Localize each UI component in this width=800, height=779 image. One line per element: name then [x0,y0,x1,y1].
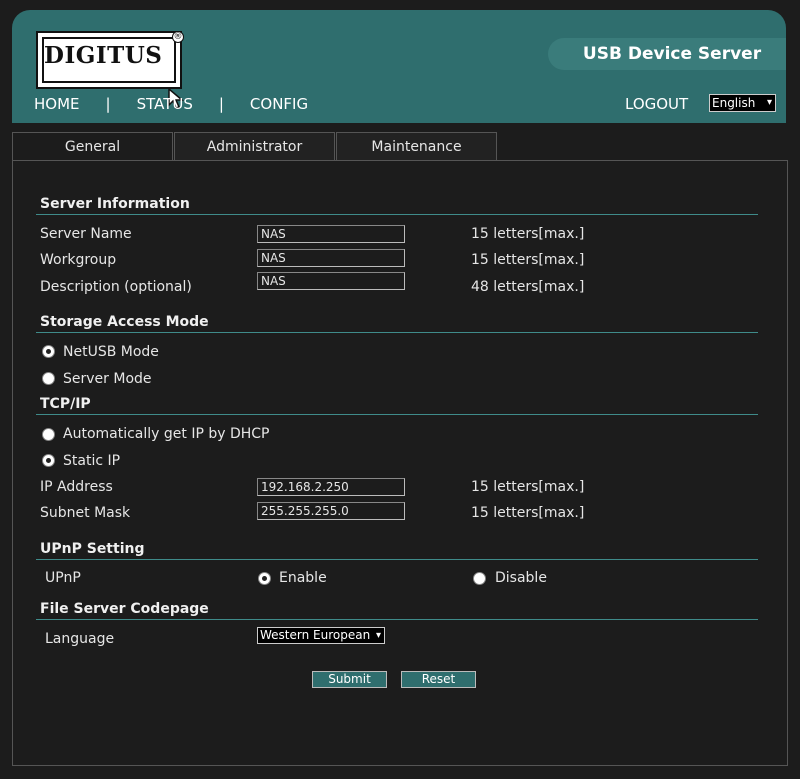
nav-config[interactable]: CONFIG [250,95,308,113]
nav-status[interactable]: STATUS [137,95,193,113]
tab-bar: General Administrator Maintenance [12,132,498,160]
nav-home[interactable]: HOME [34,95,80,113]
section-divider [36,332,758,333]
workgroup-label: Workgroup [40,252,117,268]
server-name-limit: 15 letters[max.] [471,226,585,242]
section-divider [36,414,758,415]
nav-separator: | [218,95,224,113]
subnet-mask-label: Subnet Mask [40,505,131,521]
section-tcpip: TCP/IP [40,396,91,412]
upnp-disable-radio[interactable] [473,572,486,585]
server-name-input[interactable] [257,225,405,243]
ip-address-limit: 15 letters[max.] [471,479,585,495]
section-divider [36,214,758,215]
codepage-language-label: Language [45,631,115,647]
section-divider [36,619,758,620]
section-storage-access-mode: Storage Access Mode [40,314,209,330]
workgroup-limit: 15 letters[max.] [471,252,585,268]
section-upnp-setting: UPnP Setting [40,541,145,557]
description-input[interactable] [257,272,405,290]
server-mode-radio[interactable] [42,372,55,385]
upnp-label: UPnP [45,570,81,586]
dhcp-radio[interactable] [42,428,55,441]
static-ip-label: Static IP [63,453,121,469]
subnet-mask-input[interactable] [257,502,405,520]
section-server-information: Server Information [40,196,190,212]
header-bar: DIGITUS ® USB Device Server HOME | STATU… [12,10,786,123]
logo-text: DIGITUS [44,42,163,69]
codepage-select-value: Western European [260,628,371,642]
tab-general[interactable]: General [12,132,173,160]
language-select[interactable]: English ▾ [709,94,776,112]
upnp-enable-radio[interactable] [258,572,271,585]
product-title: USB Device Server [548,38,786,70]
digitus-logo: DIGITUS ® [36,31,185,109]
main-nav: HOME | STATUS | CONFIG [34,95,308,113]
netusb-mode-radio[interactable] [42,345,55,358]
language-select-value: English [712,96,756,110]
subnet-mask-limit: 15 letters[max.] [471,505,585,521]
upnp-disable-label: Disable [495,570,547,586]
tab-administrator[interactable]: Administrator [174,132,335,160]
server-name-label: Server Name [40,226,132,242]
codepage-select[interactable]: Western European ▾ [257,627,385,644]
ip-address-input[interactable] [257,478,405,496]
chevron-down-icon: ▾ [766,97,772,108]
reset-button[interactable]: Reset [401,671,476,688]
dhcp-label: Automatically get IP by DHCP [63,426,270,442]
registered-mark: ® [172,31,184,43]
section-file-server-codepage: File Server Codepage [40,601,209,617]
description-limit: 48 letters[max.] [471,279,585,295]
upnp-enable-label: Enable [279,570,327,586]
section-divider [36,559,758,560]
logout-link[interactable]: LOGOUT [625,95,688,113]
netusb-mode-label: NetUSB Mode [63,344,159,360]
submit-button[interactable]: Submit [312,671,387,688]
static-ip-radio[interactable] [42,454,55,467]
nav-separator: | [105,95,111,113]
chevron-down-icon: ▾ [375,630,381,641]
tab-maintenance[interactable]: Maintenance [336,132,497,160]
description-label: Description (optional) [40,279,192,295]
workgroup-input[interactable] [257,249,405,267]
server-mode-label: Server Mode [63,371,152,387]
ip-address-label: IP Address [40,479,113,495]
